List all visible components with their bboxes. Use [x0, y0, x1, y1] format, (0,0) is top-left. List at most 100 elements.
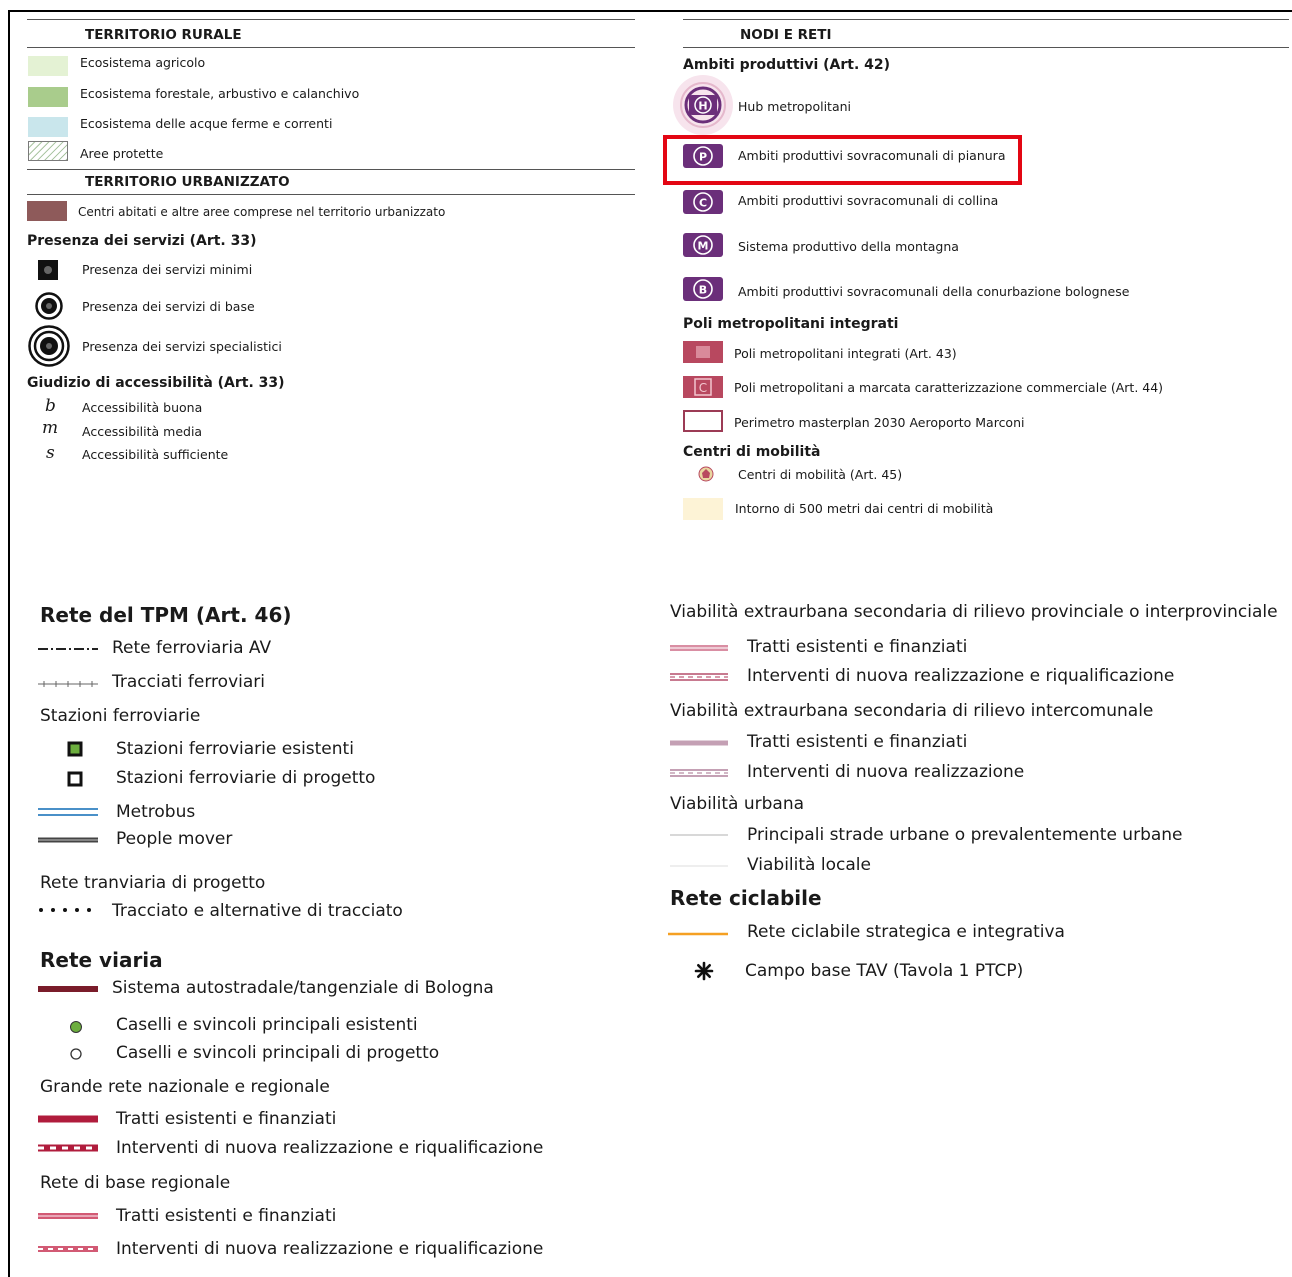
divider [27, 194, 635, 195]
svg-text:P: P [699, 151, 707, 164]
legend-label: Aree protette [80, 146, 164, 161]
national-planned-line-icon [38, 1144, 98, 1152]
divider [27, 19, 635, 20]
hub-icon: H [673, 75, 733, 135]
legend-label: Centri di mobilità (Art. 45) [738, 467, 903, 482]
legend-label: Tracciato e alternative di tracciato [112, 901, 403, 921]
legend-label: Rete ciclabile strategica e integrativa [747, 922, 1065, 942]
legend-label: Viabilità locale [747, 855, 871, 875]
legend-label: Presenza dei servizi minimi [82, 262, 253, 277]
legend-label: Ambiti produttivi sovracomunali di pianu… [738, 148, 1006, 163]
metrobus-line-icon [38, 808, 98, 816]
legend-label: Interventi di nuova realizzazione [747, 762, 1025, 782]
legend-label: Interventi di nuova realizzazione e riqu… [116, 1138, 544, 1158]
planned-toll-icon [70, 1048, 82, 1060]
legend-label: Tracciati ferroviari [112, 672, 265, 692]
road-heading: Rete viaria [40, 948, 163, 972]
people-mover-line-icon [38, 837, 98, 843]
urban-heading: TERRITORIO URBANIZZATO [85, 174, 290, 190]
legend-label: Hub metropolitani [738, 99, 851, 114]
legend-label: Ecosistema forestale, arbustivo e calanc… [80, 86, 360, 101]
existing-station-icon [67, 741, 83, 757]
stations-heading: Stazioni ferroviarie [40, 706, 201, 726]
divider [683, 47, 1289, 48]
hub-letter: H [698, 100, 707, 113]
legend-label: Rete ferroviaria AV [112, 638, 272, 658]
legend-label: Poli metropolitani integrati (Art. 43) [734, 346, 957, 361]
legend-label: Principali strade urbane o prevalentemen… [747, 825, 1183, 845]
legend-label: Tratti esistenti e finanziati [747, 637, 968, 657]
productive-bologna-icon: B [683, 277, 723, 301]
integrated-pole-icon [683, 341, 723, 363]
legend-label: Tratti esistenti e finanziati [116, 1109, 337, 1129]
prov-planned-line-icon [670, 673, 728, 681]
ring-dot-icon [35, 292, 63, 320]
mobility-center-icon [698, 466, 714, 482]
inter-existing-line-icon [670, 740, 728, 746]
legend-label: Intorno di 500 metri dai centri di mobil… [735, 501, 994, 516]
swatch-agricultural [28, 56, 68, 76]
legend-label: Perimetro masterplan 2030 Aeroporto Marc… [734, 415, 1025, 430]
legend-label: Accessibilità buona [82, 400, 203, 415]
accessibility-symbol: b [45, 396, 56, 416]
swatch-forest [28, 87, 68, 107]
legend-label: Presenza dei servizi specialistici [82, 339, 282, 354]
airport-perimeter-icon [683, 410, 723, 432]
legend-label: Caselli e svincoli principali esistenti [116, 1015, 418, 1035]
prov-heading: Viabilità extraurbana secondaria di rili… [670, 602, 1278, 622]
legend-label: Tratti esistenti e finanziati [747, 732, 968, 752]
double-ring-dot-icon [28, 325, 70, 367]
local-road-line-icon [670, 865, 728, 867]
legend-label: Presenza dei servizi di base [82, 299, 255, 314]
inter-heading: Viabilità extraurbana secondaria di rili… [670, 701, 1154, 721]
legend-label: Metrobus [116, 802, 196, 822]
divider [27, 169, 635, 170]
tpm-heading: Rete del TPM (Art. 46) [40, 603, 292, 627]
regional-existing-line-icon [38, 1213, 98, 1219]
prov-existing-line-icon [670, 645, 728, 651]
mobility-heading: Centri di mobilità [683, 444, 821, 460]
svg-text:C: C [699, 381, 707, 395]
accessibility-symbol: s [46, 443, 55, 463]
legend-label: Interventi di nuova realizzazione e riqu… [116, 1239, 544, 1259]
accessibility-symbol: m [42, 418, 59, 438]
productive-hill-icon: C [683, 190, 723, 214]
legend-label: Sistema produttivo della montagna [738, 239, 959, 254]
nodes-heading: NODI E RETI [740, 27, 832, 43]
poles-heading: Poli metropolitani integrati [683, 316, 899, 332]
legend-label: Stazioni ferroviarie di progetto [116, 768, 376, 788]
legend-label: People mover [116, 829, 233, 849]
legend-label: Ecosistema delle acque ferme e correnti [80, 116, 333, 131]
legend-label: Stazioni ferroviarie esistenti [116, 739, 354, 759]
urban-road-heading: Viabilità urbana [670, 794, 805, 814]
svg-text:B: B [699, 284, 707, 297]
existing-toll-icon [70, 1021, 82, 1033]
legend-label: Caselli e svincoli principali di progett… [116, 1043, 440, 1063]
cycle-heading: Rete ciclabile [670, 886, 822, 910]
divider [683, 19, 1289, 20]
legend-label: Campo base TAV (Tavola 1 PTCP) [745, 961, 1024, 981]
legend-label: Tratti esistenti e finanziati [116, 1206, 337, 1226]
asterisk-icon [694, 961, 714, 981]
regional-heading: Rete di base regionale [40, 1173, 231, 1193]
mobility-buffer-swatch [683, 498, 723, 520]
swatch-water [28, 117, 68, 137]
square-dot-icon [38, 260, 58, 280]
frame-top-border [8, 10, 1292, 12]
legend-label: Ambiti produttivi sovracomunali della co… [738, 284, 1130, 299]
motorway-line-icon [38, 986, 98, 992]
productive-plain-icon: P [683, 144, 723, 168]
divider [27, 47, 635, 48]
protected-area-hatch-icon [28, 141, 68, 161]
cycle-route-line-icon [668, 932, 728, 936]
swatch-urban [27, 201, 67, 221]
planned-station-icon [67, 771, 83, 787]
legend-label: Poli metropolitani a marcata caratterizz… [734, 380, 1164, 395]
rail-track-icon [38, 681, 98, 687]
legend-label: Centri abitati e altre aree comprese nel… [78, 205, 446, 219]
legend-label: Ecosistema agricolo [80, 55, 206, 70]
productive-mountain-icon: M [683, 233, 723, 257]
legend-label: Interventi di nuova realizzazione e riqu… [747, 666, 1175, 686]
inter-planned-line-icon [670, 769, 728, 777]
legend-label: Accessibilità media [82, 424, 203, 439]
